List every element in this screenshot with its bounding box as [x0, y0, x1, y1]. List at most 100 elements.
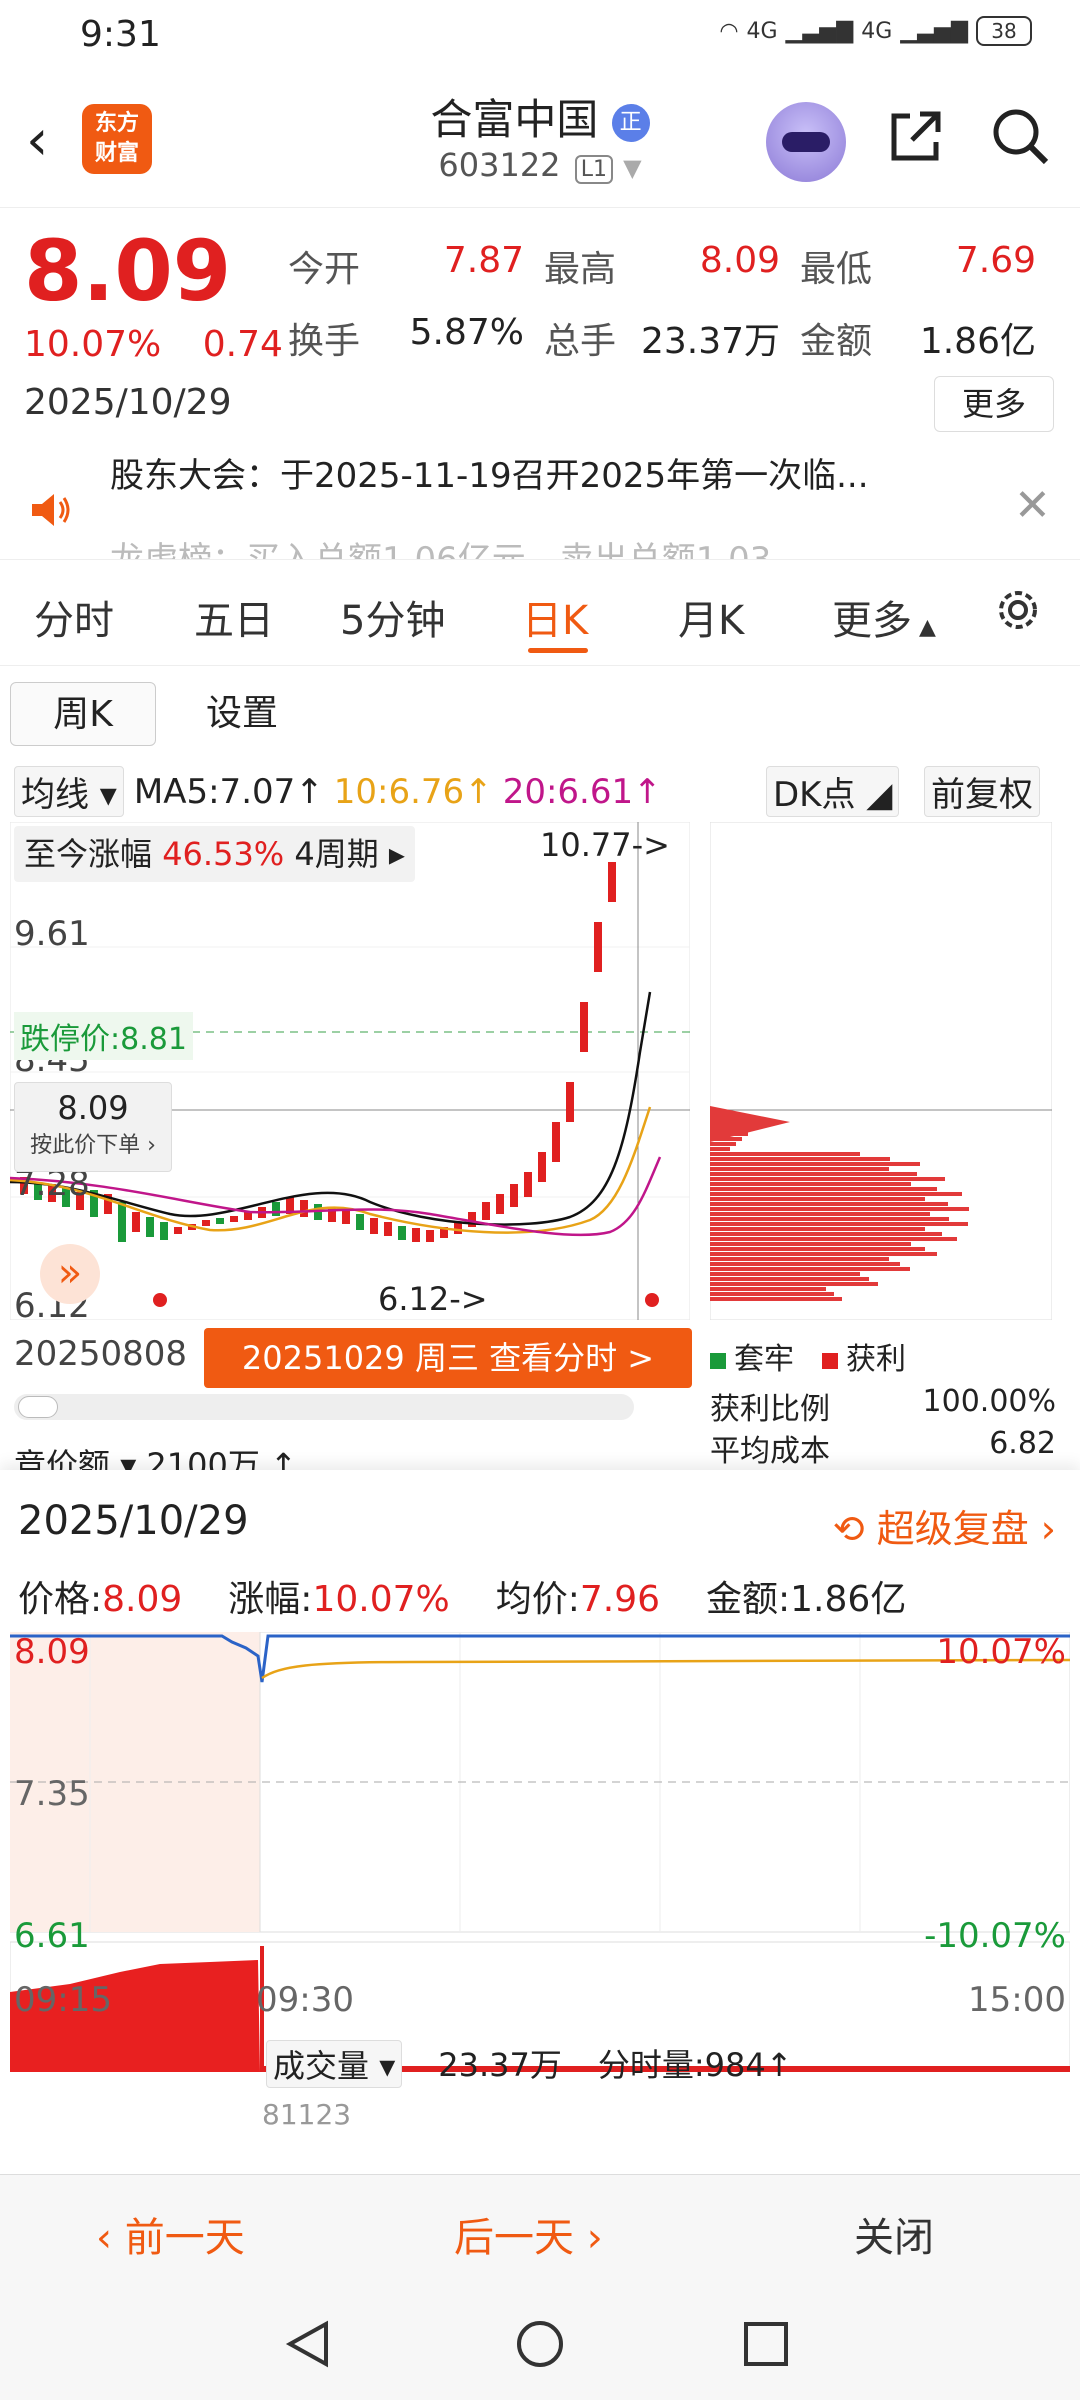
signal-icon-2: 4G	[861, 18, 893, 44]
view-intraday-button[interactable]: 20251029 周三 查看分时 >	[204, 1328, 692, 1388]
price-value: 8.09	[102, 1579, 183, 1620]
tab-monthly-k[interactable]: 月K	[678, 588, 744, 646]
chip-bar	[710, 1217, 949, 1221]
ma5-text: MA5:7.07	[133, 771, 296, 812]
candle	[496, 1194, 504, 1214]
dk-label: DK点	[773, 775, 856, 815]
candle	[426, 1230, 434, 1242]
close-button[interactable]: 关闭	[854, 2205, 934, 2263]
avg-cost-row: 平均成本 6.82	[710, 1426, 1056, 1470]
dk-point-button[interactable]: DK点 ◢	[766, 766, 900, 817]
open-label: 今开	[288, 249, 361, 290]
chart-start-date: 20250808	[14, 1334, 188, 1374]
time-start: 09:15	[14, 1980, 112, 2020]
chart-scroll-track[interactable]	[14, 1394, 634, 1420]
vol-selector-label: 成交量	[273, 2047, 370, 2085]
next-day-button[interactable]: 后一天 ›	[454, 2205, 603, 2263]
notice-line-1: 股东大会：于2025-11-19召开2025年第一次临...	[110, 456, 869, 496]
volume-selector[interactable]: 成交量 ▾	[266, 2040, 403, 2088]
candle	[594, 922, 602, 972]
prev-label: 前一天	[124, 2215, 245, 2261]
tick-volume: 分时量:984↑	[597, 2046, 793, 2084]
chip-bar	[710, 1237, 957, 1241]
ma20-value: 20:6.61↑	[502, 771, 662, 812]
avg-label: 均价:	[495, 1579, 580, 1620]
share-icon[interactable]	[886, 106, 946, 166]
tab-daily-k[interactable]: 日K	[522, 588, 588, 646]
candle	[482, 1202, 490, 1220]
y-mid-label: 7.35	[14, 1774, 90, 1814]
turnover-value: 5.87%	[409, 312, 524, 353]
speaker-icon	[32, 494, 70, 526]
tab-more-label: 更多	[832, 598, 912, 644]
ai-assistant-icon[interactable]	[766, 102, 846, 182]
candle	[132, 1212, 140, 1232]
search-icon[interactable]	[988, 104, 1052, 168]
chip-bar	[710, 1187, 937, 1191]
quote-date: 2025/10/29	[24, 382, 232, 423]
tab-more[interactable]: 更多 ▲	[832, 588, 936, 646]
adjust-button[interactable]: 前复权	[924, 766, 1040, 817]
wifi-icon: ◠	[719, 18, 739, 44]
candle	[398, 1226, 406, 1240]
settings-link[interactable]: 设置	[206, 682, 278, 746]
candle	[146, 1217, 154, 1237]
range-period: 4周期	[294, 835, 379, 873]
chip-bar	[710, 1152, 860, 1156]
intraday-chart[interactable]	[10, 1632, 1070, 2072]
amt-label: 金额:	[706, 1579, 791, 1620]
candle	[566, 1082, 574, 1122]
cursor-price-box[interactable]: 8.09 按此价下单 ›	[14, 1082, 172, 1172]
change-percent: 10.07%	[24, 324, 162, 365]
low-label: 最低	[800, 249, 873, 290]
avg-value: 7.96	[579, 1579, 661, 1620]
amount-value: 1.86亿	[919, 321, 1036, 362]
expand-arrows-icon[interactable]: »	[40, 1244, 100, 1304]
candle	[524, 1172, 532, 1197]
tick-volume-text: 分时量:984	[597, 2046, 766, 2084]
range-gain-badge[interactable]: 至今涨幅 46.53% 4周期 ▸	[14, 826, 415, 882]
candle	[300, 1200, 308, 1217]
gear-icon[interactable]	[990, 582, 1046, 638]
tab-intraday[interactable]: 分时	[34, 588, 114, 646]
y-top-label: 8.09	[14, 1632, 90, 1672]
notice-banner[interactable]: 股东大会：于2025-11-19召开2025年第一次临... 龙虎榜：买入总额1…	[0, 450, 1080, 560]
high-label: 最高	[544, 249, 617, 290]
candle	[174, 1227, 182, 1234]
pct-top-label: 10.07%	[936, 1632, 1066, 1672]
kline-chart[interactable]	[10, 822, 690, 1320]
tab-weekly-k[interactable]: 周K	[10, 682, 156, 746]
profit-label: 获利	[846, 1342, 906, 1377]
stock-name: 合富中国	[430, 95, 599, 144]
chip-bar	[710, 1207, 969, 1211]
tab-five-day[interactable]: 五日	[194, 588, 274, 646]
chip-bar	[710, 1162, 920, 1166]
time-end: 15:00	[968, 1980, 1066, 2020]
profit-ratio-label: 获利比例	[710, 1392, 830, 1427]
chip-bar	[710, 1272, 860, 1276]
nav-back-icon[interactable]	[282, 2318, 334, 2370]
ma-selector[interactable]: 均线 ▾	[14, 766, 124, 817]
candle	[608, 862, 616, 902]
last-price: 8.09	[24, 222, 232, 320]
chip-bar	[710, 1147, 730, 1151]
intraday-popup: 2025/10/29 ⟲ 超级复盘 › 价格:8.09 涨幅:10.07% 均价…	[0, 1470, 1080, 2180]
nav-recents-icon[interactable]	[742, 2320, 790, 2368]
candle	[160, 1222, 168, 1240]
super-review-link[interactable]: ⟲ 超级复盘 ›	[833, 1498, 1056, 1553]
chip-bar	[710, 1232, 942, 1236]
more-quote-button[interactable]: 更多	[934, 376, 1054, 432]
candle	[552, 1122, 560, 1162]
prev-day-button[interactable]: ‹ 前一天	[96, 2205, 245, 2263]
chip-bar	[710, 1297, 842, 1301]
quote-fields: 今开 7.87 最高 8.09 最低 7.69 换手 5.87% 总手 23.37万 金额…	[288, 230, 1058, 374]
signal-icon-1: 4G	[746, 18, 778, 44]
close-icon[interactable]: ✕	[1014, 480, 1051, 531]
panel-price: 价格:8.09	[18, 1570, 182, 1622]
nav-home-icon[interactable]	[514, 2318, 566, 2370]
chg-value: 10.07%	[312, 1579, 450, 1620]
chart-scroll-handle[interactable]	[18, 1396, 58, 1418]
system-nav-bar	[0, 2284, 1080, 2400]
tab-5min[interactable]: 5分钟	[340, 588, 445, 646]
order-label: 按此价下单	[30, 1133, 141, 1158]
